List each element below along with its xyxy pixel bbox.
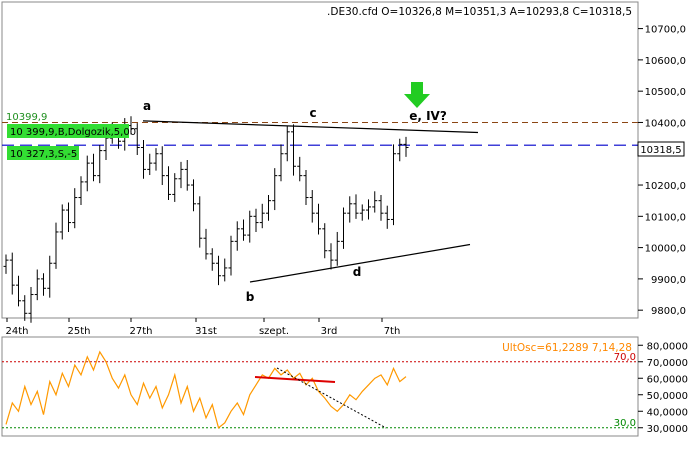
current-price-label: 10318,5 <box>640 145 681 156</box>
sell-order-label: 10 327,3,S,-5 <box>10 149 77 160</box>
ohlc-header: .DE30.cfd O=10326,8 M=10351,3 A=10293,8 … <box>327 6 632 18</box>
price-tick-label: 10500,0 <box>645 87 686 98</box>
buy-order-label: 10 399,9,B,Dolgozik,5,00 <box>10 127 136 138</box>
osc-tick-label: 50,0000 <box>647 391 688 402</box>
chart-root: .DE30.cfd O=10326,8 M=10351,3 A=10293,8 … <box>0 0 692 449</box>
price-tick-label: 9900,0 <box>651 275 686 286</box>
oscillator-title: UltOsc=61,2289 7,14,28 <box>502 342 632 354</box>
osc-tick-label: 80,0000 <box>647 341 688 352</box>
price-tick-label: 10100,0 <box>645 212 686 223</box>
price-tick-label: 10700,0 <box>645 25 686 36</box>
x-tick-label: szept. <box>259 326 289 337</box>
osc-tick-label: 40,0000 <box>647 407 688 418</box>
wave-label-a: a <box>143 99 151 113</box>
osc-tick-label: 70,0000 <box>647 358 688 369</box>
resistance-value-label: 10399,9 <box>6 112 47 123</box>
wave-label-c: c <box>309 106 316 120</box>
x-tick-label: 3rd <box>321 326 338 337</box>
osc-lower-label: 30,0 <box>614 418 636 429</box>
x-tick-label: 7th <box>384 326 401 337</box>
x-tick-label: 24th <box>6 326 29 337</box>
wave-label-d: d <box>353 265 362 279</box>
osc-tick-label: 60,0000 <box>647 374 688 385</box>
price-tick-label: 10000,0 <box>645 244 686 255</box>
x-tick-label: 31st <box>195 326 217 337</box>
wave-label-b: b <box>246 290 255 304</box>
price-tick-label: 9800,0 <box>651 306 686 317</box>
wave-label-e-iv: e, IV? <box>409 109 447 123</box>
x-tick-label: 25th <box>68 326 91 337</box>
price-tick-label: 10400,0 <box>645 118 686 129</box>
osc-tick-label: 30,0000 <box>647 424 688 435</box>
x-tick-label: 27th <box>130 326 153 337</box>
price-tick-label: 10200,0 <box>645 181 686 192</box>
price-tick-label: 10600,0 <box>645 56 686 67</box>
price-and-oscillator-chart: .DE30.cfd O=10326,8 M=10351,3 A=10293,8 … <box>0 0 692 449</box>
